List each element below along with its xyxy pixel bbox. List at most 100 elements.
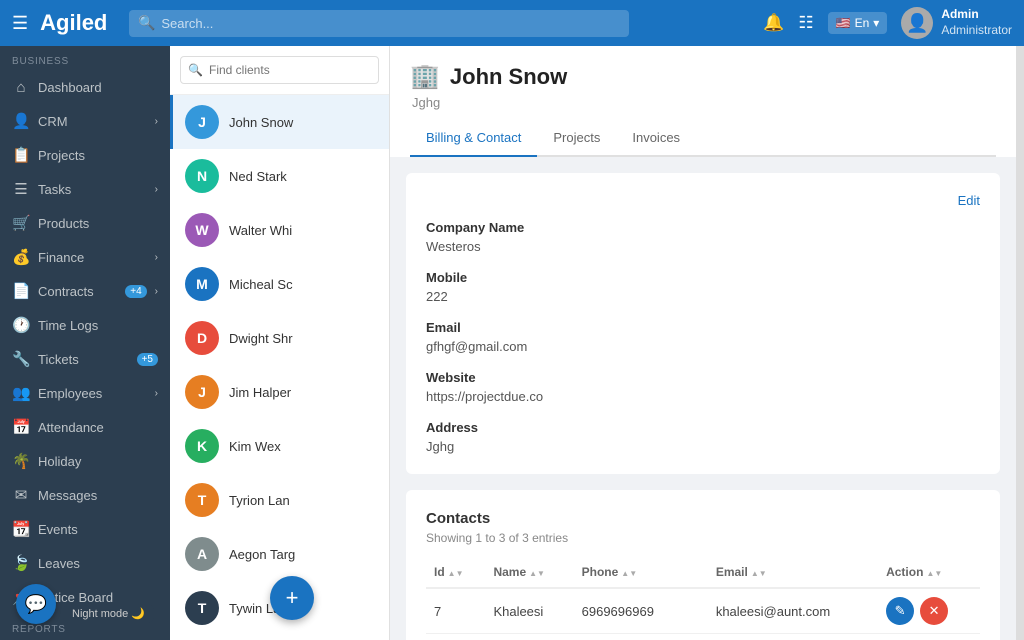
email-value: gfhgf@gmail.com [426, 339, 980, 354]
sidebar-item-leaves[interactable]: 🍃Leaves [0, 546, 170, 580]
top-nav: ☰ Agiled 🔍 🔔 ☷ 🇺🇸 En ▾ 👤 Admin Administr… [0, 0, 1024, 46]
table-header-row: Id▲▼ Name▲▼ Phone▲▼ Email▲▼ Action▲▼ [426, 557, 980, 588]
chevron-right-icon: › [155, 388, 158, 399]
search-icon: 🔍 [138, 15, 155, 32]
client-name: Micheal Sc [229, 277, 293, 292]
col-phone: Phone▲▼ [574, 557, 708, 588]
projects-icon: 📋 [12, 146, 30, 164]
sidebar-item-contracts[interactable]: 📄Contracts+4› [0, 274, 170, 308]
cell-action: ✎✕ [878, 634, 980, 640]
col-action: Action▲▼ [878, 557, 980, 588]
mobile-value: 222 [426, 289, 980, 304]
sidebar-item-employees[interactable]: 👥Employees› [0, 376, 170, 410]
client-avatar: W [185, 213, 219, 247]
tab-projects[interactable]: Projects [537, 120, 616, 157]
chevron-right-icon: › [155, 184, 158, 195]
admin-name: Admin [941, 7, 1012, 23]
cell-id: 8 [426, 634, 485, 640]
list-item[interactable]: DDwight Shr [170, 311, 389, 365]
col-id: Id▲▼ [426, 557, 485, 588]
events-icon: 📆 [12, 520, 30, 538]
client-search-input[interactable] [180, 56, 379, 84]
sidebar: BUSINESS⌂Dashboard👤CRM›📋Projects☰Tasks›🛒… [0, 46, 170, 640]
sidebar-item-dashboard[interactable]: ⌂Dashboard [0, 71, 170, 104]
building-icon: 🏢 [410, 62, 440, 91]
sidebar-item-label: Employees [38, 386, 147, 401]
mobile-label: Mobile [426, 270, 980, 285]
language-selector[interactable]: 🇺🇸 En ▾ [828, 12, 888, 34]
sidebar-item-messages[interactable]: ✉Messages [0, 478, 170, 512]
sidebar-item-products[interactable]: 🛒 Products [0, 206, 170, 240]
sidebar-item-tickets[interactable]: 🔧Tickets+5 [0, 342, 170, 376]
client-avatar: M [185, 267, 219, 301]
night-mode-button[interactable]: Night mode 🌙 [62, 603, 155, 624]
sidebar-item-finance[interactable]: 💰Finance› [0, 240, 170, 274]
chevron-right-icon: › [155, 116, 158, 127]
sidebar-item-label: Holiday [38, 454, 158, 469]
sidebar-item-label: Messages [38, 488, 158, 503]
chat-bubble[interactable]: 💬 [16, 584, 56, 624]
delete-contact-button[interactable]: ✕ [920, 597, 948, 625]
table-row: 7Khaleesi6969696969khaleesi@aunt.com✎✕ [426, 588, 980, 634]
user-avatar-wrap[interactable]: 👤 Admin Administrator [901, 7, 1012, 39]
cell-phone: 121212121212 [574, 634, 708, 640]
tab-billing-contact[interactable]: Billing & Contact [410, 120, 537, 157]
search-input[interactable] [129, 10, 629, 37]
main-layout: BUSINESS⌂Dashboard👤CRM›📋Projects☰Tasks›🛒… [0, 46, 1024, 640]
sidebar-item-projects[interactable]: 📋Projects [0, 138, 170, 172]
list-item[interactable]: J Jim Halper [170, 365, 389, 419]
cell-id: 7 [426, 588, 485, 634]
list-item[interactable]: JJohn Snow [170, 95, 389, 149]
sidebar-item-label: Products [38, 216, 158, 231]
list-item[interactable]: AAegon Targ [170, 527, 389, 581]
nav-right: 🔔 ☷ 🇺🇸 En ▾ 👤 Admin Administrator [763, 7, 1012, 39]
list-item[interactable]: TTyrion Lan [170, 473, 389, 527]
chevron-right-icon: › [155, 286, 158, 297]
website-value: https://projectdue.co [426, 389, 980, 404]
billing-card: Edit Company Name Westeros Mobile 222 Em… [406, 173, 1000, 474]
brand-logo: Agiled [40, 10, 107, 36]
detail-header: 🏢 John Snow Jghg Billing & Contact Proje… [390, 46, 1016, 157]
client-avatar: J [185, 375, 219, 409]
list-item[interactable]: KKim Wex [170, 419, 389, 473]
sidebar-item-label: CRM [38, 114, 147, 129]
client-name: Dwight Shr [229, 331, 293, 346]
menu-icon[interactable]: ☰ [12, 13, 28, 34]
contacts-title: Contacts [426, 510, 980, 527]
sidebar-badge: +4 [125, 285, 146, 298]
sidebar-item-crm[interactable]: 👤 CRM › [0, 104, 170, 138]
col-name: Name▲▼ [485, 557, 573, 588]
admin-info: Admin Administrator [941, 7, 1012, 38]
tasks-icon: ☰ [12, 180, 30, 198]
detail-title-row: 🏢 John Snow [410, 62, 996, 91]
sidebar-item-label: Tickets [38, 352, 129, 367]
email-section: Email gfhgf@gmail.com [426, 320, 980, 354]
sidebar-item-events[interactable]: 📆 Events [0, 512, 170, 546]
detail-body: Edit Company Name Westeros Mobile 222 Em… [390, 157, 1016, 640]
edit-contact-button[interactable]: ✎ [886, 597, 914, 625]
sidebar-item-holiday[interactable]: 🌴Holiday [0, 444, 170, 478]
list-item[interactable]: M Micheal Sc [170, 257, 389, 311]
list-item[interactable]: NNed Stark [170, 149, 389, 203]
crm-icon: 👤 [12, 112, 30, 130]
products-icon: 🛒 [12, 214, 30, 232]
client-subtitle: Jghg [410, 95, 996, 110]
sidebar-item-label: Finance [38, 250, 147, 265]
client-name: Jim Halper [229, 385, 291, 400]
sidebar-item-timelogs[interactable]: 🕐Time Logs [0, 308, 170, 342]
tab-invoices[interactable]: Invoices [616, 120, 696, 157]
notification-bell-icon[interactable]: 🔔 [763, 13, 784, 33]
apps-grid-icon[interactable]: ☷ [798, 13, 813, 33]
edit-link[interactable]: Edit [958, 193, 980, 208]
sidebar-item-attendance[interactable]: 📅Attendance [0, 410, 170, 444]
client-title: John Snow [450, 64, 567, 90]
scrollbar[interactable] [1016, 46, 1024, 640]
contacts-table-body: 7Khaleesi6969696969khaleesi@aunt.com✎✕8S… [426, 588, 980, 640]
client-list-pane: 🔍 JJohn SnowNNed StarkWWalter Whi M Michea… [170, 46, 390, 640]
list-item[interactable]: WWalter Whi [170, 203, 389, 257]
sidebar-item-tasks[interactable]: ☰Tasks› [0, 172, 170, 206]
client-search-area: 🔍 [170, 46, 389, 95]
sidebar-item-label: Events [38, 522, 158, 537]
add-client-fab[interactable]: + [270, 576, 314, 620]
tickets-icon: 🔧 [12, 350, 30, 368]
